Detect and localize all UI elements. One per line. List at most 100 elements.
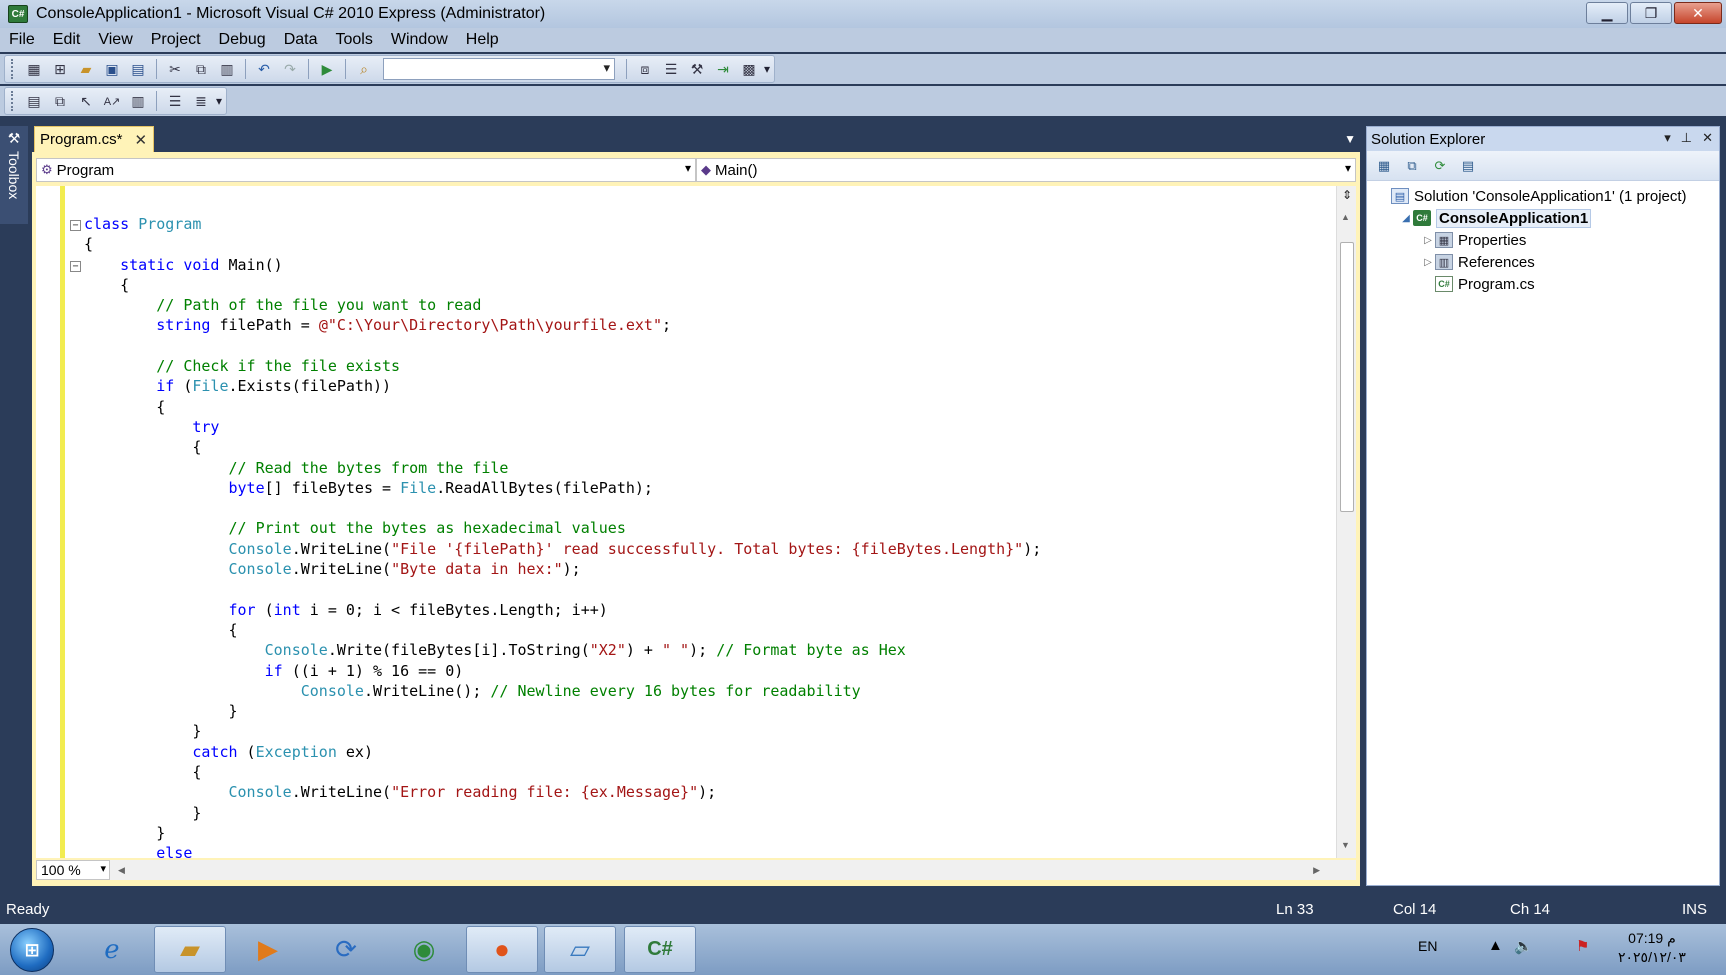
- quick-info-icon[interactable]: ↖: [75, 90, 97, 112]
- cut-icon[interactable]: ✂: [164, 58, 186, 80]
- tree-item[interactable]: ▷ ▥ References: [1367, 251, 1719, 273]
- menu-window[interactable]: Window: [382, 31, 457, 49]
- start-button[interactable]: ⊞: [10, 928, 54, 972]
- pin-icon[interactable]: ⊥: [1681, 130, 1692, 146]
- toolbar-separator: [245, 59, 246, 79]
- tree-item[interactable]: ▤ Solution 'ConsoleApplication1' (1 proje…: [1367, 185, 1719, 207]
- find-combo[interactable]: [383, 58, 615, 80]
- internet-explorer-icon[interactable]: ℯ: [76, 926, 148, 973]
- start-debugging-icon[interactable]: ▶: [316, 58, 338, 80]
- refresh-icon[interactable]: ⟳: [1429, 155, 1451, 177]
- close-icon[interactable]: ✕: [135, 131, 148, 149]
- close-icon[interactable]: ✕: [1702, 130, 1713, 146]
- window-controls: ▁ ❐ ✕: [1586, 2, 1722, 24]
- chrome-icon[interactable]: ◉: [388, 926, 460, 973]
- toolbar-grip[interactable]: [11, 91, 15, 111]
- change-tracking-margin: [60, 186, 65, 858]
- start-page-icon[interactable]: ⇥: [712, 58, 734, 80]
- code-editor: ⚙ Program ◆ Main() − − class Program { st…: [32, 152, 1360, 886]
- input-language[interactable]: EN: [1418, 938, 1437, 954]
- toolbar-overflow-icon[interactable]: ▾: [216, 94, 222, 108]
- panel-menu-icon[interactable]: ▾: [1664, 130, 1671, 146]
- show-all-files-icon[interactable]: ⧉: [1401, 155, 1423, 177]
- maximize-button[interactable]: ❐: [1630, 2, 1672, 24]
- comment-icon[interactable]: ☰: [164, 90, 186, 112]
- parameter-info-icon[interactable]: ⧉: [49, 90, 71, 112]
- toolbox-icon[interactable]: ⚒: [686, 58, 708, 80]
- properties-icon[interactable]: ☰: [660, 58, 682, 80]
- outline-collapse-class[interactable]: −: [70, 220, 81, 231]
- redo-icon[interactable]: ↷: [279, 58, 301, 80]
- toolbox-label[interactable]: Toolbox: [6, 151, 22, 199]
- copy-icon[interactable]: ⧉: [190, 58, 212, 80]
- minimize-button[interactable]: ▁: [1586, 2, 1628, 24]
- close-button[interactable]: ✕: [1674, 2, 1722, 24]
- code-line: }: [84, 823, 166, 842]
- horizontal-scrollbar[interactable]: 100 % ◀ ▶: [36, 860, 1356, 880]
- notepad-icon[interactable]: ▱: [544, 926, 616, 973]
- menu-file[interactable]: File: [0, 31, 44, 49]
- toolbar-overflow-icon[interactable]: ▾: [764, 62, 770, 76]
- paste-icon[interactable]: ▥: [216, 58, 238, 80]
- app-icon[interactable]: ⟳: [310, 926, 382, 973]
- vertical-scroll-thumb[interactable]: [1340, 242, 1354, 512]
- scroll-down-icon[interactable]: ▼: [1341, 840, 1350, 850]
- menu-help[interactable]: Help: [457, 31, 508, 49]
- new-project-icon[interactable]: ▦: [23, 58, 45, 80]
- document-tab-row: Program.cs* ✕ ▼: [32, 126, 1360, 152]
- text-editor-toolstrip: ▤ ⧉ ↖ A↗ ▥ ☰ ≣ ▾: [4, 87, 228, 115]
- find-in-files-icon[interactable]: ⌕: [353, 58, 375, 80]
- menu-view[interactable]: View: [89, 31, 141, 49]
- code-text-area[interactable]: − − class Program { static void Main() { …: [36, 186, 1356, 858]
- toolbar-grip[interactable]: [11, 59, 15, 79]
- solution-explorer-title: Solution Explorer: [1371, 130, 1486, 148]
- toolbox-strip[interactable]: ⚒ Toolbox: [0, 126, 28, 224]
- open-icon[interactable]: ▰: [75, 58, 97, 80]
- tab-program-cs[interactable]: Program.cs* ✕: [34, 126, 154, 152]
- outline-collapse-main[interactable]: −: [70, 261, 81, 272]
- undo-icon[interactable]: ↶: [253, 58, 275, 80]
- menu-project[interactable]: Project: [142, 31, 210, 49]
- add-item-icon[interactable]: ⊞: [49, 58, 71, 80]
- file-explorer-icon[interactable]: ▰: [154, 926, 226, 973]
- vertical-scrollbar[interactable]: ⇕ ▲ ▼: [1336, 186, 1356, 858]
- code-line: Console.WriteLine("Byte data in hex:");: [228, 560, 581, 579]
- show-hidden-icons-icon[interactable]: ▲: [1488, 937, 1503, 954]
- volume-icon[interactable]: 🔈: [1514, 937, 1533, 955]
- clock[interactable]: 07:19 م ٢٠٢٥/١٢/٠٣: [1618, 929, 1686, 967]
- action-center-icon[interactable]: ⚑: [1576, 937, 1589, 955]
- uncomment-icon[interactable]: ≣: [190, 90, 212, 112]
- members-dropdown[interactable]: ◆ Main(): [696, 158, 1356, 182]
- solution-explorer-icon[interactable]: ⧈: [634, 58, 656, 80]
- tree-item[interactable]: C# Program.cs: [1367, 273, 1719, 295]
- save-all-icon[interactable]: ▤: [127, 58, 149, 80]
- view-class-diagram-icon[interactable]: ▤: [1457, 155, 1479, 177]
- firefox-icon[interactable]: ●: [466, 926, 538, 973]
- zoom-dropdown[interactable]: 100 %: [36, 860, 110, 880]
- complete-word-icon[interactable]: A↗: [101, 90, 123, 112]
- expand-arrow-icon[interactable]: ▷: [1421, 235, 1435, 246]
- tab-list-dropdown-icon[interactable]: ▼: [1344, 132, 1356, 146]
- menu-tools[interactable]: Tools: [327, 31, 382, 49]
- split-handle-icon[interactable]: ⇕: [1339, 188, 1355, 204]
- menu-debug[interactable]: Debug: [210, 31, 275, 49]
- media-player-icon[interactable]: ▶: [232, 926, 304, 973]
- expand-arrow-icon[interactable]: ▷: [1421, 257, 1435, 268]
- scroll-right-icon[interactable]: ▶: [1313, 865, 1320, 876]
- scroll-left-icon[interactable]: ◀: [118, 865, 125, 876]
- tree-item[interactable]: ▷ ▦ Properties: [1367, 229, 1719, 251]
- properties-icon[interactable]: ▦: [1373, 155, 1395, 177]
- collapse-arrow-icon[interactable]: ◢: [1399, 213, 1413, 224]
- extension-manager-icon[interactable]: ▩: [738, 58, 760, 80]
- outline-icon[interactable]: ▥: [127, 90, 149, 112]
- menu-data[interactable]: Data: [275, 31, 327, 49]
- menu-edit[interactable]: Edit: [44, 31, 90, 49]
- object-member-list-icon[interactable]: ▤: [23, 90, 45, 112]
- code-line: catch (Exception ex): [192, 742, 373, 761]
- types-dropdown[interactable]: ⚙ Program: [36, 158, 696, 182]
- save-icon[interactable]: ▣: [101, 58, 123, 80]
- scroll-up-icon[interactable]: ▲: [1341, 212, 1350, 222]
- tree-item[interactable]: ◢ C# ConsoleApplication1: [1367, 207, 1719, 229]
- visual-csharp-icon[interactable]: C#: [624, 926, 696, 973]
